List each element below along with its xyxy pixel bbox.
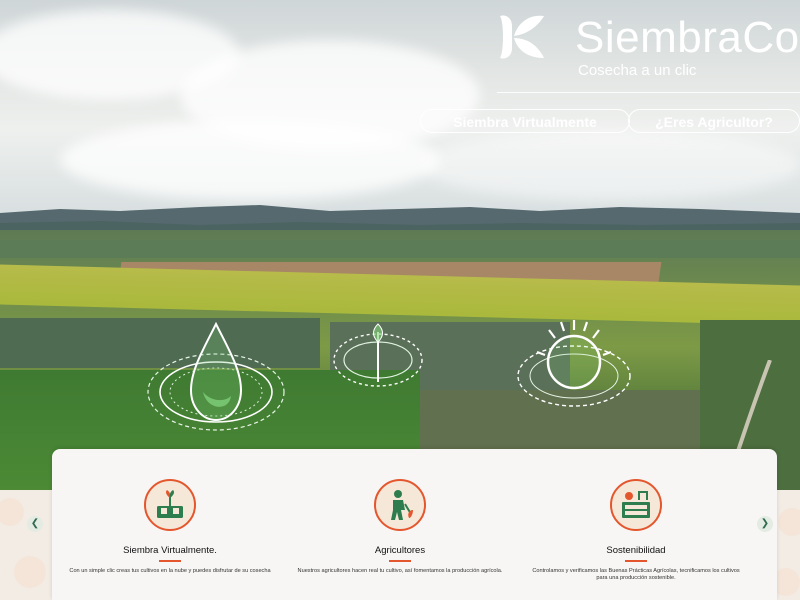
sprout-hologram-icon xyxy=(333,323,423,387)
feature-title: Agricultores xyxy=(374,545,426,556)
sun-hologram-icon xyxy=(517,320,631,407)
carousel-prev-button[interactable]: ❮ xyxy=(27,516,43,532)
siembra-virtualmente-button[interactable]: Siembra Virtualmente xyxy=(420,109,630,133)
features-card: Siembra Virtualmente. Con un simple clic… xyxy=(52,449,777,600)
siembraco-logo-icon[interactable] xyxy=(496,12,548,62)
feature-description: Nuestros agricultores hacen real tu cult… xyxy=(297,567,503,574)
feature-siembra-virtualmente: Siembra Virtualmente. Con un simple clic… xyxy=(60,479,280,575)
title-underline xyxy=(625,560,647,562)
farmer-icon xyxy=(374,479,426,531)
decorative-leaf-pattern xyxy=(776,508,800,596)
divider xyxy=(497,92,800,93)
feature-sostenibilidad: Sostenibilidad Controlamos y verificamos… xyxy=(526,479,746,583)
field xyxy=(0,240,800,258)
chevron-left-icon: ❮ xyxy=(30,518,40,529)
sustainability-icon xyxy=(610,479,662,531)
feature-description: Con un simple clic creas tus cultivos en… xyxy=(69,567,271,574)
brand-name[interactable]: SiembraCo xyxy=(575,12,800,64)
feature-description: Controlamos y verificamos las Buenas Prá… xyxy=(532,567,740,582)
virtual-planting-icon xyxy=(144,479,196,531)
water-drop-hologram-icon xyxy=(147,321,285,431)
title-underline xyxy=(389,560,411,562)
cloud xyxy=(60,120,440,200)
hero-banner: SiembraCo Cosecha a un clic Siembra Virt… xyxy=(0,0,800,490)
brand-tagline: Cosecha a un clic xyxy=(578,62,697,79)
carousel-next-button[interactable]: ❯ xyxy=(757,516,773,532)
cloud xyxy=(420,130,800,200)
eres-agricultor-button[interactable]: ¿Eres Agricultor? xyxy=(628,109,800,133)
title-underline xyxy=(159,560,181,562)
feature-agricultores: Agricultores Nuestros agricultores hacen… xyxy=(290,479,510,575)
chevron-right-icon: ❯ xyxy=(760,518,770,529)
feature-title: Sostenibilidad xyxy=(606,545,666,556)
decorative-leaf-pattern xyxy=(0,498,46,588)
feature-title: Siembra Virtualmente. xyxy=(123,545,217,556)
